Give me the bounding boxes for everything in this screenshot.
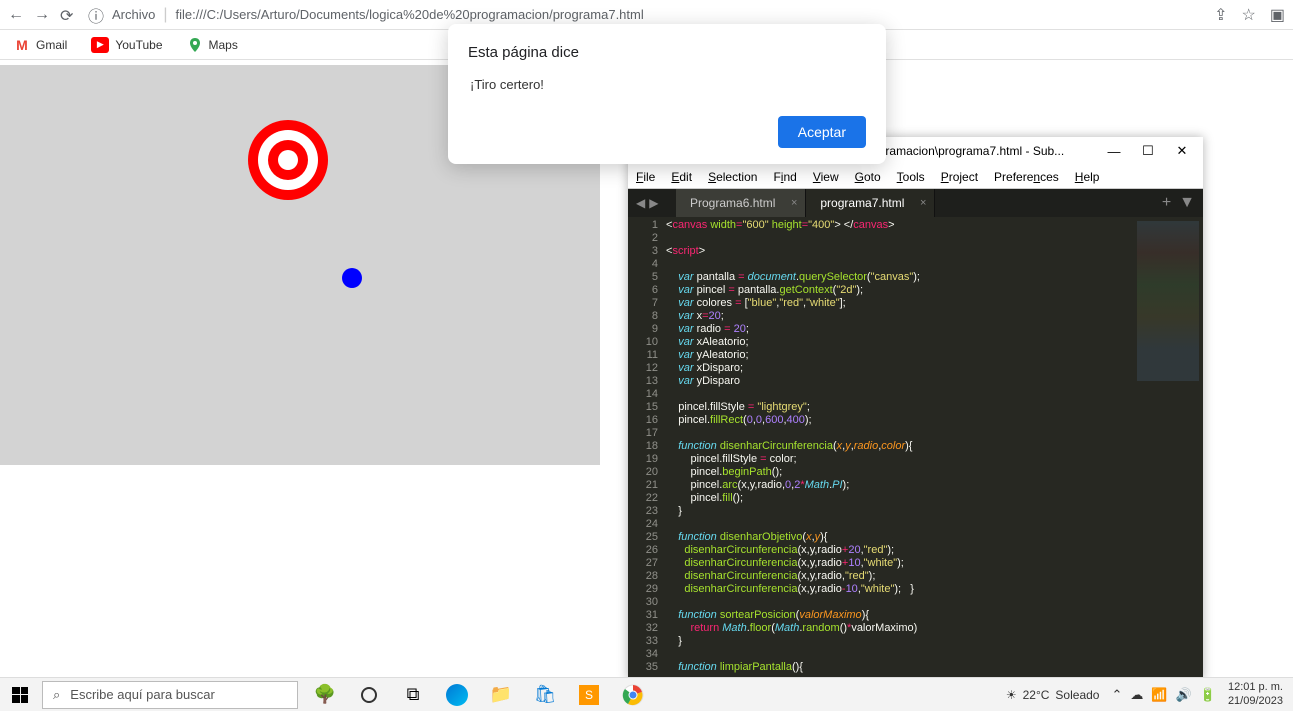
tray-chevron-icon[interactable]: ⌃	[1111, 687, 1122, 703]
blue-shot-dot	[342, 268, 362, 288]
sublime-menubar: File Edit Selection Find View Goto Tools…	[628, 165, 1203, 189]
sublime-window: S C:\Users\Arturo\Documents\logica de pr…	[628, 137, 1203, 680]
gmail-icon: M	[14, 37, 30, 53]
address-bar[interactable]: ⓘ Archivo | file:///C:/Users/Arturo/Docu…	[88, 3, 1204, 27]
taskbar-store[interactable]: 🛍	[524, 678, 566, 712]
menu-goto[interactable]: Goto	[855, 170, 881, 184]
taskbar-edge[interactable]	[436, 678, 478, 712]
taskbar-sublime[interactable]: S	[568, 678, 610, 712]
bookmark-label: YouTube	[115, 38, 162, 52]
alert-title: Esta página dice	[468, 44, 866, 61]
tab-label: programa7.html	[820, 196, 904, 210]
taskbar-cortana[interactable]	[348, 678, 390, 712]
menu-edit[interactable]: Edit	[671, 170, 692, 184]
menu-project[interactable]: Project	[941, 170, 978, 184]
tab-programa7[interactable]: programa7.html ×	[806, 189, 935, 217]
bookmark-label: Maps	[209, 38, 238, 52]
bookmark-label: Gmail	[36, 38, 67, 52]
search-icon: ⌕	[53, 687, 60, 703]
taskbar-chrome[interactable]	[612, 678, 654, 712]
extensions-icon[interactable]: ▣	[1270, 5, 1285, 25]
weather-text: Soleado	[1055, 688, 1099, 702]
maps-icon	[187, 37, 203, 53]
tab-right-controls: + ▼	[1154, 194, 1203, 212]
menu-selection[interactable]: Selection	[708, 170, 757, 184]
target-shape	[248, 120, 328, 200]
windows-taskbar: ⌕ Escribe aquí para buscar 🌳 ⧉ 📁 🛍 S ☀ 2…	[0, 677, 1293, 711]
tab-prev-icon[interactable]: ◀	[636, 196, 645, 210]
alert-dialog: Esta página dice ¡Tiro certero! Aceptar	[448, 24, 886, 164]
alert-ok-button[interactable]: Aceptar	[778, 116, 866, 148]
menu-preferences[interactable]: Preferences	[994, 170, 1059, 184]
tab-next-icon[interactable]: ▶	[649, 196, 658, 210]
menu-view[interactable]: View	[813, 170, 839, 184]
line-gutter: 1234567891011121314151617181920212223242…	[628, 217, 666, 680]
menu-tools[interactable]: Tools	[897, 170, 925, 184]
code-editor[interactable]: <canvas width="600" height="400"> </canv…	[666, 217, 1133, 680]
windows-logo-icon	[12, 687, 28, 703]
tab-nav: ◀ ▶	[628, 196, 676, 210]
toolbar-right: ⇪ ☆ ▣	[1214, 5, 1285, 25]
tab-label: Programa6.html	[690, 196, 775, 210]
bookmark-maps[interactable]: Maps	[187, 37, 238, 53]
youtube-icon: ▶	[91, 37, 109, 53]
nav-buttons: ← → ⟳	[8, 6, 78, 24]
weather-widget[interactable]: ☀ 22°C Soleado	[1006, 688, 1100, 702]
share-icon[interactable]: ⇪	[1214, 5, 1227, 25]
tab-close-icon[interactable]: ×	[920, 197, 926, 209]
tab-programa6[interactable]: Programa6.html ×	[676, 189, 806, 217]
url-text: file:///C:/Users/Arturo/Documents/logica…	[176, 7, 644, 22]
tray-volume-icon[interactable]: 🔊	[1176, 687, 1192, 703]
taskbar-taskview[interactable]: ⧉	[392, 678, 434, 712]
tab-dropdown-icon[interactable]: ▼	[1179, 194, 1195, 212]
maximize-button[interactable]: ☐	[1135, 142, 1161, 160]
clock-time: 12:01 p. m.	[1228, 681, 1283, 694]
divider: |	[163, 6, 167, 24]
bookmark-gmail[interactable]: M Gmail	[14, 37, 67, 53]
bookmark-youtube[interactable]: ▶ YouTube	[91, 37, 162, 53]
tray-battery-icon[interactable]: 🔋	[1200, 687, 1216, 703]
minimize-button[interactable]: —	[1101, 142, 1127, 160]
menu-file[interactable]: File	[636, 170, 655, 184]
tab-add-icon[interactable]: +	[1162, 194, 1171, 212]
weather-temp: 22°C	[1023, 688, 1050, 702]
alert-message: ¡Tiro certero!	[468, 77, 866, 92]
taskbar-search[interactable]: ⌕ Escribe aquí para buscar	[42, 681, 298, 709]
alert-actions: Aceptar	[468, 116, 866, 148]
sun-icon: ☀	[1006, 688, 1017, 702]
menu-help[interactable]: Help	[1075, 170, 1100, 184]
site-info-icon[interactable]: ⓘ	[88, 3, 104, 27]
menu-find[interactable]: Find	[773, 170, 796, 184]
bookmark-star-icon[interactable]: ☆	[1242, 5, 1256, 25]
clock-date: 21/09/2023	[1228, 695, 1283, 708]
archivo-label: Archivo	[112, 7, 155, 22]
search-placeholder: Escribe aquí para buscar	[70, 687, 215, 702]
sublime-body: 1234567891011121314151617181920212223242…	[628, 217, 1203, 680]
back-button[interactable]: ←	[8, 6, 26, 24]
tray-wifi-icon[interactable]: 📶	[1151, 687, 1167, 703]
system-tray: ☀ 22°C Soleado ⌃ ☁ 📶 🔊 🔋 12:01 p. m. 21/…	[1006, 681, 1293, 707]
taskbar-apps: 🌳 ⧉ 📁 🛍 S	[304, 678, 654, 712]
tab-close-icon[interactable]: ×	[791, 197, 797, 209]
sublime-tabs: ◀ ▶ Programa6.html × programa7.html × + …	[628, 189, 1203, 217]
close-button[interactable]: ✕	[1169, 142, 1195, 160]
taskbar-explorer[interactable]: 📁	[480, 678, 522, 712]
forward-button[interactable]: →	[34, 6, 52, 24]
tray-onedrive-icon[interactable]: ☁	[1130, 687, 1143, 703]
minimap[interactable]	[1133, 217, 1203, 680]
reload-button[interactable]: ⟳	[60, 6, 78, 24]
taskbar-widget[interactable]: 🌳	[304, 678, 346, 712]
start-button[interactable]	[0, 678, 40, 712]
taskbar-clock[interactable]: 12:01 p. m. 21/09/2023	[1228, 681, 1283, 707]
